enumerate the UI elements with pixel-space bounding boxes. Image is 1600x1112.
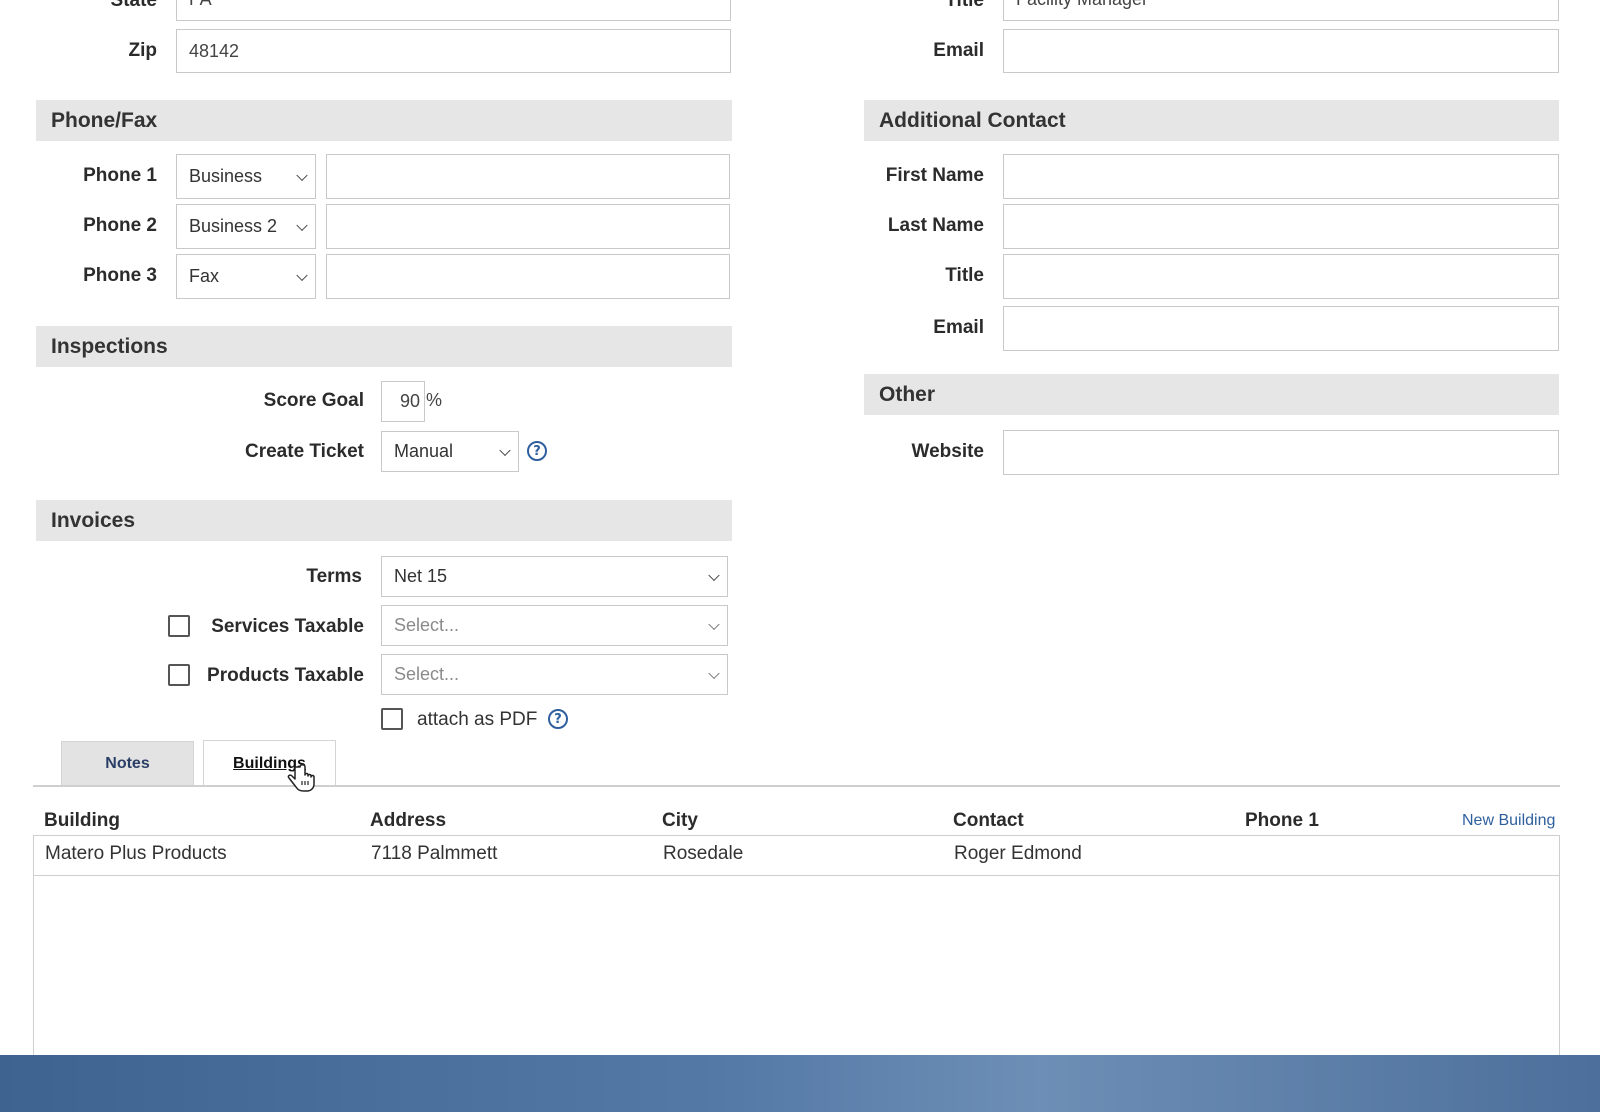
website-label: Website <box>911 441 984 462</box>
website-field[interactable] <box>1003 430 1559 475</box>
products-taxable-checkbox[interactable] <box>168 664 190 686</box>
phone2-type-value: Business 2 <box>189 216 278 236</box>
score-goal-unit: % <box>426 390 443 410</box>
create-ticket-label: Create Ticket <box>245 441 364 462</box>
col-phone1[interactable]: Phone 1 <box>1245 810 1319 832</box>
chevron-down-icon <box>296 219 308 231</box>
last-name-label: Last Name <box>887 215 984 236</box>
last-name-field[interactable] <box>1003 204 1559 249</box>
chevron-down-icon <box>708 667 720 679</box>
chevron-down-icon <box>499 444 511 456</box>
contact-title-field[interactable]: Facility Manager <box>1003 0 1559 21</box>
phone2-number-field[interactable] <box>326 204 730 249</box>
phone3-number-field[interactable] <box>326 254 730 299</box>
products-taxable-label: Products Taxable <box>207 665 364 686</box>
first-name-label: First Name <box>885 165 984 186</box>
phone1-type-value: Business <box>189 166 263 186</box>
phone3-type-value: Fax <box>189 266 220 286</box>
taskbar <box>0 1055 1600 1112</box>
other-heading: Other <box>864 374 1559 415</box>
create-ticket-select[interactable]: Manual <box>381 431 519 472</box>
hand-cursor-icon <box>287 764 315 792</box>
chevron-down-icon <box>708 569 720 581</box>
zip-label: Zip <box>128 40 158 61</box>
state-label: State <box>110 0 157 11</box>
contact-email-field[interactable] <box>1003 29 1559 73</box>
services-taxable-value: Select... <box>394 615 460 635</box>
first-name-field[interactable] <box>1003 154 1559 199</box>
score-goal-label: Score Goal <box>263 390 364 411</box>
products-taxable-select[interactable]: Select... <box>381 654 728 695</box>
contact-title-label: Title <box>945 0 984 11</box>
additional-title-field[interactable] <box>1003 254 1559 299</box>
tab-buildings[interactable]: Buildings <box>203 740 336 786</box>
new-building-link[interactable]: New Building <box>1462 812 1555 830</box>
create-ticket-value: Manual <box>394 441 454 461</box>
phone3-type-select[interactable]: Fax <box>176 254 316 299</box>
score-goal-field[interactable]: 90 <box>381 381 425 422</box>
terms-select[interactable]: Net 15 <box>381 556 728 597</box>
terms-value: Net 15 <box>394 566 448 586</box>
invoices-heading: Invoices <box>36 500 732 541</box>
additional-email-field[interactable] <box>1003 306 1559 351</box>
services-taxable-checkbox[interactable] <box>168 615 190 637</box>
cell-building: Matero Plus Products <box>45 843 227 864</box>
chevron-down-icon <box>708 618 720 630</box>
additional-contact-heading: Additional Contact <box>864 100 1559 141</box>
phone2-type-select[interactable]: Business 2 <box>176 204 316 249</box>
services-taxable-select[interactable]: Select... <box>381 605 728 646</box>
cell-address: 7118 Palmmett <box>371 843 498 864</box>
phone-fax-heading: Phone/Fax <box>36 100 732 141</box>
phone1-type-select[interactable]: Business <box>176 154 316 199</box>
cell-city: Rosedale <box>663 843 744 864</box>
contact-email-label: Email <box>933 40 984 61</box>
chevron-down-icon <box>296 169 308 181</box>
terms-label: Terms <box>306 566 362 587</box>
services-taxable-label: Services Taxable <box>211 616 364 637</box>
help-icon[interactable]: ? <box>527 441 547 461</box>
tab-notes[interactable]: Notes <box>61 741 194 786</box>
attach-pdf-checkbox[interactable] <box>381 708 403 730</box>
products-taxable-value: Select... <box>394 664 460 684</box>
cell-contact: Roger Edmond <box>954 843 1082 864</box>
help-icon[interactable]: ? <box>548 709 568 729</box>
tab-divider <box>33 785 1560 787</box>
col-contact[interactable]: Contact <box>953 810 1024 832</box>
phone1-label: Phone 1 <box>83 165 157 186</box>
table-row[interactable] <box>34 836 1559 876</box>
col-building[interactable]: Building <box>44 810 120 832</box>
phone3-label: Phone 3 <box>83 265 157 286</box>
phone1-number-field[interactable] <box>326 154 730 199</box>
col-city[interactable]: City <box>662 810 698 832</box>
col-address[interactable]: Address <box>370 810 446 832</box>
state-field[interactable]: PA <box>176 0 731 21</box>
additional-email-label: Email <box>933 317 984 338</box>
phone2-label: Phone 2 <box>83 215 157 236</box>
attach-pdf-label: attach as PDF <box>417 709 538 730</box>
additional-title-label: Title <box>945 265 984 286</box>
inspections-heading: Inspections <box>36 326 732 367</box>
zip-field[interactable]: 48142 <box>176 29 731 73</box>
chevron-down-icon <box>296 269 308 281</box>
